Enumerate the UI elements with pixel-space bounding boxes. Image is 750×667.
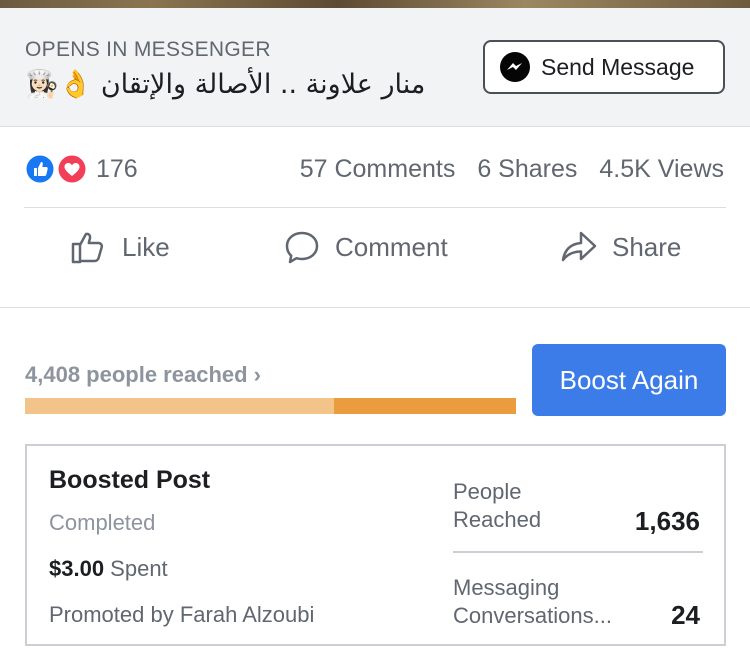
messaging-conversations-label: Messaging Conversations... [453, 574, 643, 630]
send-message-label: Send Message [541, 53, 695, 80]
cta-subtitle: OPENS IN MESSENGER [25, 38, 271, 61]
post-actions: Like Comment Share [0, 214, 750, 286]
messaging-label-line2: Conversations... [453, 603, 612, 628]
comments-count[interactable]: 57 Comments [300, 155, 456, 184]
divider [0, 307, 750, 308]
boost-again-button[interactable]: Boost Again [532, 344, 726, 416]
shares-count[interactable]: 6 Shares [477, 155, 577, 184]
metric-divider [453, 551, 703, 553]
spent-amount: $3.00 [49, 556, 105, 581]
share-arrow-icon [561, 231, 597, 262]
share-button[interactable]: Share [560, 228, 681, 266]
like-label: Like [122, 231, 170, 262]
reach-progress-bar [25, 398, 516, 414]
engagement-stats: 176 57 Comments 6 Shares 4.5K Views [0, 140, 750, 198]
divider [24, 207, 726, 208]
share-label: Share [612, 231, 682, 262]
promoted-by-text: Promoted by Farah Alzoubi [49, 602, 315, 627]
engagement-counts: 57 Comments 6 Shares 4.5K Views [300, 155, 724, 184]
people-reached-link[interactable]: 4,408 people reached › [25, 362, 261, 388]
like-button[interactable]: Like [70, 228, 170, 266]
messaging-label-line1: Messaging [453, 575, 560, 600]
thumbs-up-icon [71, 232, 104, 264]
card-title: Boosted Post [49, 466, 211, 494]
messaging-conversations-value: 24 [671, 600, 700, 630]
messenger-cta-bar[interactable]: OPENS IN MESSENGER 👩🏻‍🍳👌 منار علاونة .. … [0, 8, 750, 127]
people-reached-label: People Reached [453, 479, 542, 532]
status-text: Completed [49, 510, 156, 535]
reaction-icons[interactable] [24, 153, 92, 185]
post-image-edge [0, 0, 750, 8]
reach-progress-dark [334, 398, 516, 414]
reach-progress-light [25, 398, 335, 414]
messenger-icon [499, 51, 531, 83]
cta-title: 👩🏻‍🍳👌 منار علاونة .. الأصالة والإتقان [25, 69, 426, 100]
comment-button[interactable]: Comment [283, 228, 448, 266]
comment-label: Comment [335, 231, 448, 262]
spent-label: Spent [104, 556, 168, 581]
comment-bubble-icon [285, 231, 319, 264]
views-count: 4.5K Views [599, 155, 724, 183]
people-reached-value: 1,636 [634, 506, 700, 536]
reaction-count[interactable]: 176 [96, 155, 138, 184]
send-message-button[interactable]: Send Message [483, 40, 725, 94]
spent-text: $3.00 Spent [49, 556, 168, 582]
boosted-post-card[interactable]: Boosted Post Completed $3.00 Spent Promo… [25, 444, 726, 646]
